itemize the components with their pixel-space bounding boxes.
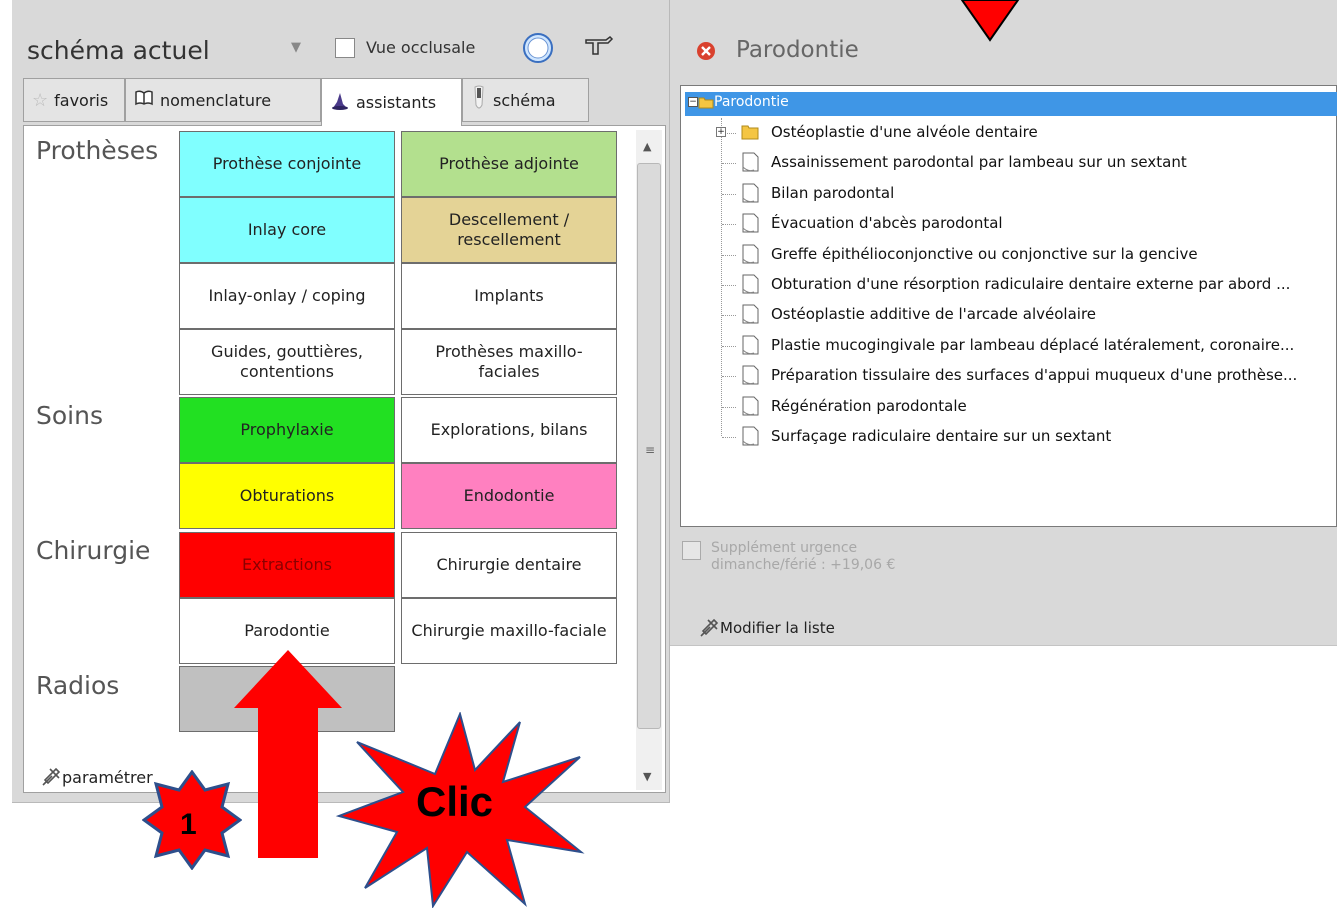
tree-connector [722, 406, 736, 408]
tree-item[interactable]: Ostéoplastie additive de l'arcade alvéol… [771, 305, 1096, 323]
tree-item[interactable]: Surfaçage radiculaire dentaire sur un se… [771, 427, 1111, 445]
tree-item[interactable]: Préparation tissulaire des surfaces d'ap… [771, 366, 1297, 384]
assistant-cell[interactable]: Endodontie [401, 463, 617, 529]
tab-label: nomenclature [160, 90, 272, 110]
tools-icon [700, 618, 719, 637]
assistant-cell[interactable]: Descellement / rescellement [401, 197, 617, 263]
tree-connector [722, 376, 736, 378]
tooth-icon [471, 85, 487, 115]
collapse-icon[interactable]: − [688, 97, 698, 107]
document-icon [742, 304, 759, 324]
tab-nomenclature[interactable]: nomenclature [125, 78, 321, 122]
assistant-cell[interactable]: Inlay core [179, 197, 395, 263]
tools-icon [42, 767, 61, 786]
tab-assistants[interactable]: assistants [321, 78, 462, 126]
wizard-hat-icon [330, 91, 350, 115]
section-chirurgie: Chirurgie [36, 536, 151, 565]
tree-connector [722, 224, 736, 226]
star-icon: ☆ [32, 89, 49, 111]
assistant-cell[interactable]: Obturations [179, 463, 395, 529]
tab-label: assistants [356, 93, 437, 112]
tree-connector [721, 118, 722, 436]
clic-label: Clic [416, 778, 494, 825]
document-icon [742, 213, 759, 233]
scrollbar-grip-icon: ≡ [645, 443, 656, 457]
tree-connector [722, 163, 736, 165]
tree-item[interactable]: Plastie mucogingivale par lambeau déplac… [771, 336, 1294, 354]
document-icon [742, 426, 759, 446]
tree-item[interactable]: Greffe épithélioconjonctive ou conjoncti… [771, 245, 1198, 263]
step-number: 1 [180, 808, 197, 841]
supplement-urgence-label: Supplément urgence dimanche/férié : +19,… [711, 540, 895, 574]
chevron-down-icon[interactable]: ▼ [291, 40, 301, 55]
assistant-cell[interactable]: Chirurgie maxillo-faciale [401, 598, 617, 664]
book-icon [134, 90, 154, 110]
expand-icon[interactable]: + [716, 127, 726, 137]
assistant-cell[interactable]: Guides, gouttières, contentions [179, 329, 395, 395]
assistant-cell[interactable]: Prothèses maxillo-faciales [401, 329, 617, 395]
document-icon [742, 244, 759, 264]
document-icon [742, 152, 759, 172]
assistant-cell[interactable]: Prothèse adjointe [401, 131, 617, 197]
tree-connector [722, 345, 736, 347]
urgence-line-1: Supplément urgence [711, 540, 858, 556]
assistant-cell[interactable]: Explorations, bilans [401, 397, 617, 463]
modifier-liste-label: Modifier la liste [720, 619, 835, 637]
document-icon [742, 335, 759, 355]
tree-item[interactable]: Évacuation d'abcès parodontal [771, 214, 1003, 232]
folder-icon [741, 125, 759, 140]
document-icon [742, 396, 759, 416]
top-pointer-triangle-icon [960, 0, 1020, 42]
modifier-liste-link[interactable]: Modifier la liste [698, 617, 835, 639]
panel-title: Parodontie [736, 37, 859, 63]
tree-connector [722, 254, 736, 256]
air-syringe-icon[interactable] [584, 34, 614, 58]
document-icon [742, 183, 759, 203]
folder-open-icon [698, 97, 714, 109]
tab-label: schéma [493, 90, 556, 110]
tab-favoris[interactable]: ☆ favoris [23, 78, 125, 122]
tree-item[interactable]: Bilan parodontal [771, 184, 894, 202]
tree-connector [722, 315, 736, 317]
assistant-cell[interactable]: Implants [401, 263, 617, 329]
section-soins: Soins [36, 401, 103, 430]
assistant-cell[interactable]: Inlay-onlay / coping [179, 263, 395, 329]
tree-folder-item[interactable]: Ostéoplastie d'une alvéole dentaire [771, 123, 1038, 141]
document-icon [742, 365, 759, 385]
compass-icon[interactable] [522, 32, 554, 64]
assistant-cell[interactable]: Prothèse conjointe [179, 131, 395, 197]
section-radios: Radios [36, 671, 120, 700]
red-arrow-up-icon [234, 650, 342, 858]
tree-connector [722, 285, 736, 286]
tree-item[interactable]: Assainissement parodontal par lambeau su… [771, 153, 1187, 171]
supplement-urgence-checkbox[interactable] [682, 541, 701, 560]
assistant-cell[interactable]: Prophylaxie [179, 397, 395, 463]
tree-item[interactable]: Régénération parodontale [771, 397, 967, 415]
urgence-line-2: dimanche/férié : +19,06 € [711, 557, 896, 573]
vue-occlusale-label: Vue occlusale [366, 38, 476, 57]
tree-root-label: Parodontie [714, 94, 789, 110]
parametrer-link[interactable]: paramétrer [40, 766, 153, 788]
scroll-up-arrow-icon[interactable]: ▲ [643, 140, 651, 153]
assistant-cell[interactable]: Chirurgie dentaire [401, 532, 617, 598]
schema-select[interactable]: schéma actuel [23, 27, 317, 75]
assistant-cell[interactable]: Extractions [179, 532, 395, 598]
section-protheses: Prothèses [36, 136, 159, 165]
tree-connector [722, 437, 736, 438]
tab-label: favoris [54, 90, 109, 110]
scroll-down-arrow-icon[interactable]: ▼ [643, 770, 651, 783]
tab-schema[interactable]: schéma [462, 78, 589, 122]
document-icon [742, 274, 759, 294]
parametrer-label: paramétrer [62, 767, 153, 787]
tree-item[interactable]: Obturation d'une résorption radiculaire … [771, 275, 1290, 293]
vue-occlusale-checkbox[interactable] [335, 38, 355, 58]
tree-connector [722, 193, 736, 195]
close-icon[interactable] [696, 41, 716, 61]
